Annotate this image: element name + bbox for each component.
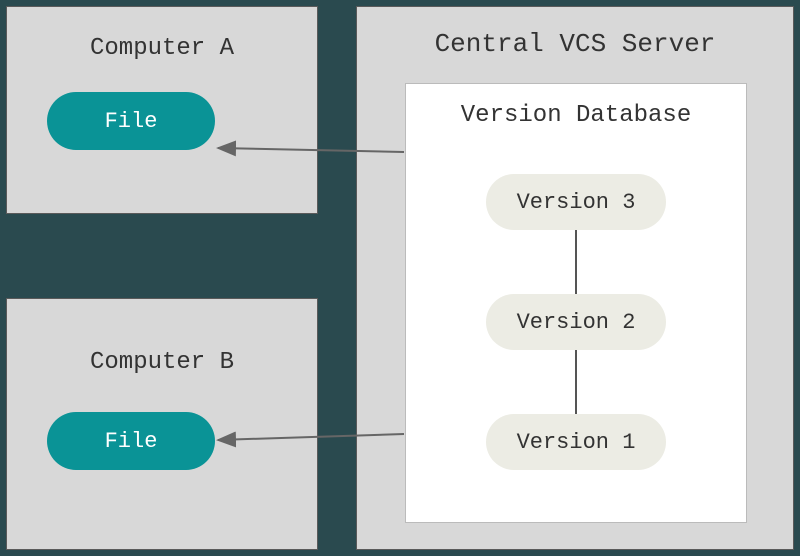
version-1-pill: Version 1 bbox=[486, 414, 666, 470]
version-3-label: Version 3 bbox=[517, 190, 636, 215]
version-database-box: Version Database Version 3 Version 2 Ver… bbox=[405, 83, 747, 523]
computer-a-title: Computer A bbox=[7, 35, 317, 62]
line-v2-v1 bbox=[575, 350, 577, 414]
version-2-label: Version 2 bbox=[517, 310, 636, 335]
computer-b-box: Computer B File bbox=[6, 298, 318, 550]
line-v3-v2 bbox=[575, 230, 577, 294]
computer-b-file-label: File bbox=[105, 429, 158, 454]
server-box: Central VCS Server Version Database Vers… bbox=[356, 6, 794, 550]
version-database-title: Version Database bbox=[406, 102, 746, 129]
version-1-label: Version 1 bbox=[517, 430, 636, 455]
server-title: Central VCS Server bbox=[357, 29, 793, 59]
computer-a-file-label: File bbox=[105, 109, 158, 134]
computer-a-box: Computer A File bbox=[6, 6, 318, 214]
computer-a-file-pill: File bbox=[47, 92, 215, 150]
computer-b-file-pill: File bbox=[47, 412, 215, 470]
version-2-pill: Version 2 bbox=[486, 294, 666, 350]
computer-b-title: Computer B bbox=[7, 349, 317, 376]
version-3-pill: Version 3 bbox=[486, 174, 666, 230]
